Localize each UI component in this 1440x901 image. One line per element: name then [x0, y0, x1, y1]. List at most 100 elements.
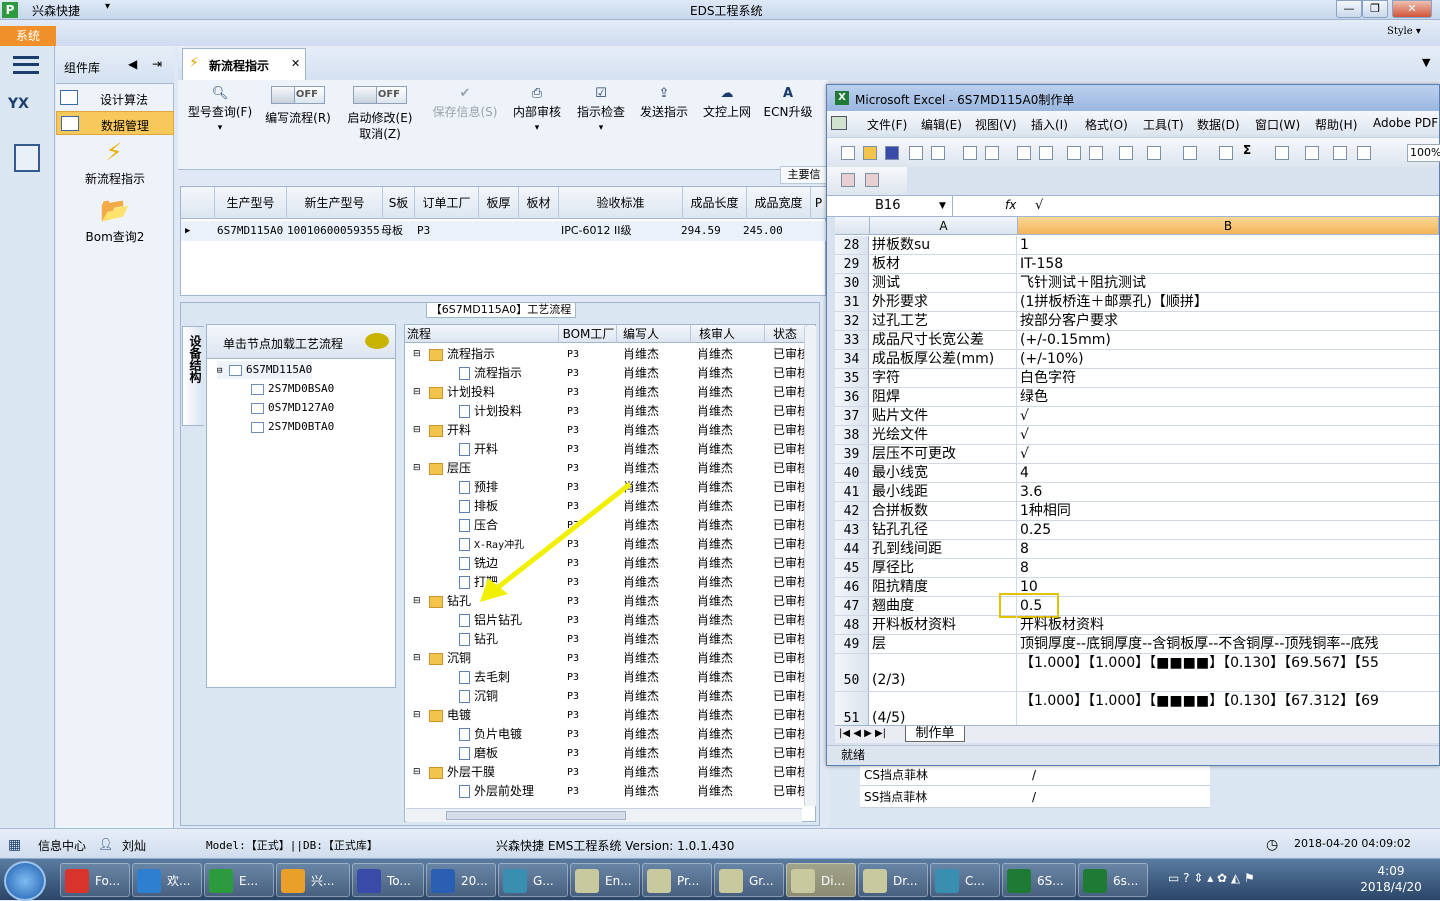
column-header[interactable]: 成品宽度: [747, 187, 811, 219]
column-header[interactable]: 编写人: [619, 325, 691, 343]
row-header[interactable]: 32: [835, 312, 869, 330]
table-row[interactable]: 打靶 P3 肖维杰 肖维杰 已审核: [405, 573, 809, 592]
column-header[interactable]: 流程: [407, 325, 559, 343]
table-row[interactable]: ▶ 6S7MD115A0 10010600059355 母板 P3 IPC-60…: [181, 221, 827, 241]
row-header[interactable]: 31: [835, 293, 869, 311]
tree-node[interactable]: 0S7MD127A0: [251, 399, 334, 417]
row-header[interactable]: 28: [835, 236, 869, 254]
instruction-check-button[interactable]: ☑ 指示检查 ▾: [572, 84, 630, 166]
paste-icon[interactable]: [1089, 146, 1103, 160]
taskbar-item[interactable]: To...: [352, 863, 424, 897]
permission-icon[interactable]: [909, 146, 923, 160]
maximize-button[interactable]: ❐: [1362, 0, 1388, 18]
table-row[interactable]: 钻孔 P3 肖维杰 肖维杰 已审核: [405, 630, 809, 649]
cell-a[interactable]: 翘曲度: [870, 597, 1017, 615]
comment-bubble-icon[interactable]: [365, 333, 389, 349]
collapse-toggle-icon[interactable]: ⊟: [413, 345, 421, 364]
table-row[interactable]: 去毛刺 P3 肖维杰 肖维杰 已审核: [405, 668, 809, 687]
send-instruction-button[interactable]: ⇪ 发送指示: [634, 84, 694, 166]
row-header[interactable]: 29: [835, 255, 869, 273]
tab-new-flow-instruction[interactable]: ⚡ 新流程指示 ✕: [182, 48, 306, 80]
pdf-email-icon[interactable]: [865, 173, 879, 187]
cell-a[interactable]: 成品尺寸长宽公差: [870, 331, 1017, 349]
collapse-toggle-icon[interactable]: ⊟: [413, 763, 421, 782]
table-row[interactable]: CS挡点菲林 /: [860, 764, 1210, 786]
column-header-a[interactable]: A: [870, 217, 1018, 235]
cell-a[interactable]: 成品板厚公差(mm): [870, 350, 1017, 368]
table-row[interactable]: 铝片钻孔 P3 肖维杰 肖维杰 已审核: [405, 611, 809, 630]
collapse-toggle-icon[interactable]: ⊟: [413, 649, 421, 668]
column-header[interactable]: BOM工厂: [561, 325, 617, 343]
table-row[interactable]: ⊟ 开料 P3 肖维杰 肖维杰 已审核: [405, 421, 809, 440]
internal-review-button[interactable]: ⎙ 内部审核 ▾: [508, 84, 566, 166]
row-header[interactable]: 36: [835, 388, 869, 406]
system-menu-button[interactable]: 系统: [0, 26, 56, 46]
zoom-combobox[interactable]: 100%: [1407, 144, 1440, 162]
cell-a[interactable]: 拼板数su: [870, 236, 1017, 254]
menu-item[interactable]: 数据(D): [1197, 116, 1240, 133]
taskbar-item[interactable]: 欢...: [132, 863, 202, 897]
taskbar-item[interactable]: 6S...: [1002, 863, 1076, 897]
column-header-b[interactable]: B: [1018, 217, 1439, 235]
main-info-tab[interactable]: 主要信: [780, 166, 828, 184]
cell-b[interactable]: 按部分客户要求: [1018, 312, 1439, 330]
cell-a[interactable]: 层: [870, 635, 1017, 653]
function-icon[interactable]: fx: [1005, 198, 1016, 212]
taskbar-item[interactable]: 6s...: [1078, 863, 1148, 897]
lib-item-design-algorithm[interactable]: 设计算法: [56, 86, 174, 110]
menu-item[interactable]: 插入(I): [1031, 116, 1068, 133]
start-edit-toggle[interactable]: OFF 启动修改(E) 取消(Z): [342, 84, 418, 166]
table-row[interactable]: 磨板 P3 肖维杰 肖维杰 已审核: [405, 744, 809, 763]
chart-wizard-icon[interactable]: [1333, 146, 1347, 160]
row-header[interactable]: 48: [835, 616, 869, 634]
row-header[interactable]: 41: [835, 483, 869, 501]
copy-icon[interactable]: [1067, 146, 1081, 160]
yx-factory-icon[interactable]: YX: [8, 96, 44, 132]
menu-item[interactable]: 文件(F): [867, 116, 907, 133]
table-row[interactable]: 计划投料 P3 肖维杰 肖维杰 已审核: [405, 402, 809, 421]
taskbar-item[interactable]: C...: [930, 863, 1000, 897]
column-header[interactable]: 成品长度: [683, 187, 747, 219]
row-header[interactable]: 39: [835, 445, 869, 463]
cell-a[interactable]: 厚径比: [870, 559, 1017, 577]
cell-b[interactable]: 1种相同: [1018, 502, 1439, 520]
table-row[interactable]: ⊟ 沉铜 P3 肖维杰 肖维杰 已审核: [405, 649, 809, 668]
menu-item[interactable]: 帮助(H): [1315, 116, 1357, 133]
row-header[interactable]: 45: [835, 559, 869, 577]
taskbar-item[interactable]: E...: [204, 863, 274, 897]
cell-a[interactable]: 阻焊: [870, 388, 1017, 406]
cell[interactable]: 6S7MD115A0: [217, 221, 283, 241]
cell-b[interactable]: (+/-0.15mm): [1018, 331, 1439, 349]
taskbar-item[interactable]: Pr...: [642, 863, 712, 897]
new-file-icon[interactable]: [841, 146, 855, 160]
taskbar-item[interactable]: Di...: [786, 863, 856, 897]
name-box[interactable]: B16 ▼: [835, 196, 953, 216]
cell-b[interactable]: 4: [1018, 464, 1439, 482]
sort-descending-icon[interactable]: [1305, 146, 1319, 160]
cell-b[interactable]: 【1.000】【1.000】【■■■■】【0.130】【69.567】【55: [1018, 654, 1439, 691]
doc-control-upload-button[interactable]: ☁ 文控上网: [698, 84, 756, 166]
horizontal-scrollbar[interactable]: [406, 808, 802, 822]
taskbar-item[interactable]: Gr...: [714, 863, 784, 897]
column-header[interactable]: P: [811, 187, 827, 219]
table-row[interactable]: 开料 P3 肖维杰 肖维杰 已审核: [405, 440, 809, 459]
cell-a[interactable]: 贴片文件: [870, 407, 1017, 425]
row-header[interactable]: 33: [835, 331, 869, 349]
column-header[interactable]: 核审人: [693, 325, 765, 343]
row-header[interactable]: 35: [835, 369, 869, 387]
row-header[interactable]: 34: [835, 350, 869, 368]
collapse-toggle-icon[interactable]: ⊟: [413, 383, 421, 402]
table-row[interactable]: ⊟ 电镀 P3 肖维杰 肖维杰 已审核: [405, 706, 809, 725]
menu-item[interactable]: 窗口(W): [1255, 116, 1300, 133]
collapse-toggle-icon[interactable]: ⊟: [413, 706, 421, 725]
cell-b[interactable]: √: [1018, 426, 1439, 444]
table-row[interactable]: ⊟ 层压 P3 肖维杰 肖维杰 已审核: [405, 459, 809, 478]
model-query-button[interactable]: 🔍︎ 型号查询(F) ▾: [182, 84, 258, 166]
row-header[interactable]: 51: [835, 692, 869, 725]
cell-b[interactable]: 【1.000】【1.000】【■■■■】【0.130】【67.312】【69: [1018, 692, 1439, 725]
collapse-toggle-icon[interactable]: ⊟: [413, 421, 421, 440]
sort-ascending-icon[interactable]: [1275, 146, 1289, 160]
cancel-label[interactable]: 取消(Z): [342, 126, 418, 142]
table-row[interactable]: 流程指示 P3 肖维杰 肖维杰 已审核: [405, 364, 809, 383]
taskbar-clock[interactable]: 4:09 2018/4/20: [1346, 863, 1436, 895]
